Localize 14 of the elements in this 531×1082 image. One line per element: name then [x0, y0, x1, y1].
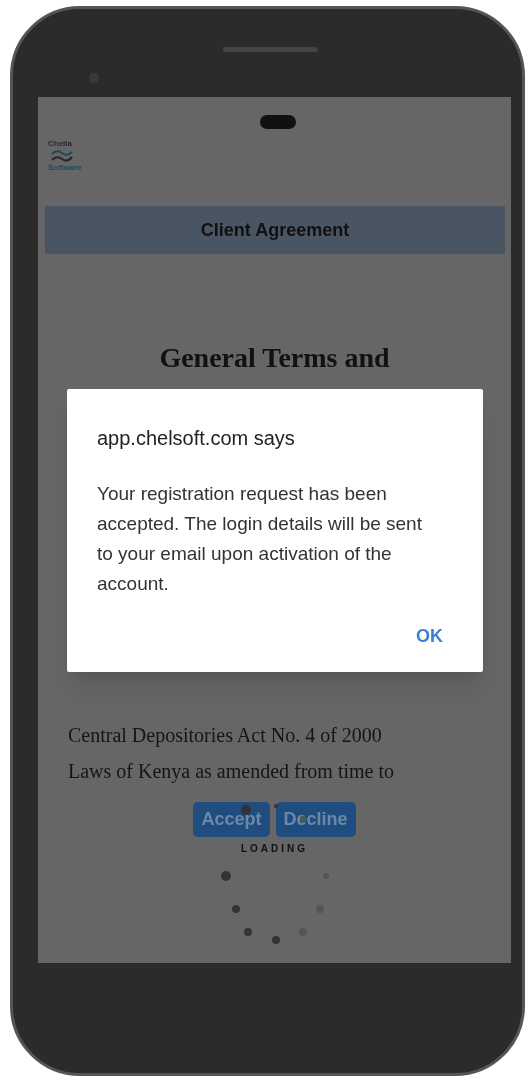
loading-label: LOADING: [240, 842, 309, 856]
dialog-title: app.chelsoft.com says: [97, 426, 296, 451]
ok-button[interactable]: OK: [406, 619, 453, 654]
document-text-line: Central Depositories Act No. 4 of 2000: [68, 723, 383, 749]
dialog-message: Your registration request has been accepted. The login details will be sent to your email upon activation of the account.: [97, 482, 423, 596]
action-button[interactable]: Decline: [275, 802, 356, 837]
document-heading: General Terms and: [158, 341, 391, 375]
wave-logo-icon: [51, 149, 73, 163]
action-button[interactable]: Accept: [193, 802, 270, 837]
camera-notch: [260, 115, 296, 129]
logo-text: Software: [48, 163, 82, 173]
document-text-line: Laws of Kenya as amended from time to: [68, 759, 394, 785]
logo-text: Chella: [48, 139, 72, 149]
header-title: Client Agreement: [200, 218, 350, 242]
